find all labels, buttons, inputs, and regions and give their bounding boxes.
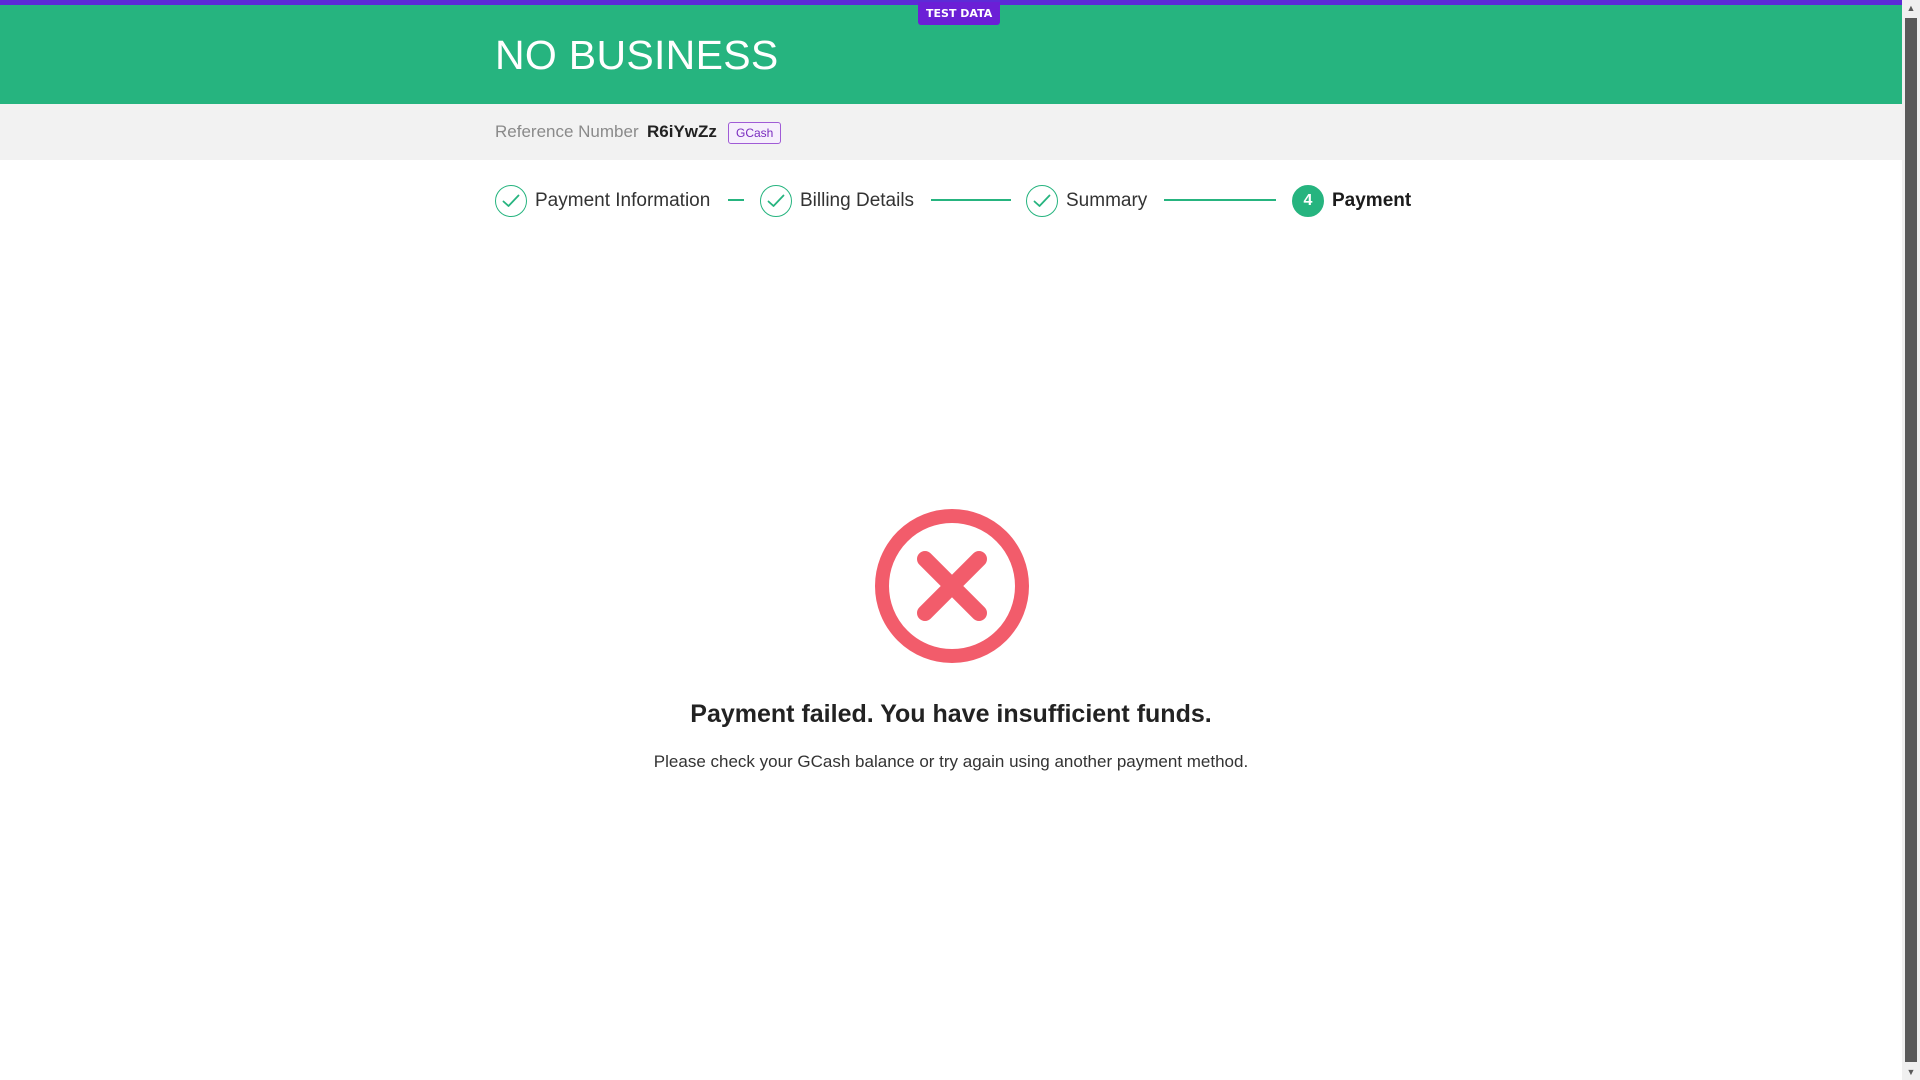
reference-label: Reference Number: [495, 122, 639, 141]
step-label: Payment: [1332, 190, 1412, 211]
vertical-scrollbar[interactable]: ▲ ▼: [1902, 0, 1920, 1080]
step-billing-details: Billing Details: [760, 184, 914, 218]
scroll-thumb[interactable]: [1905, 18, 1917, 1062]
check-icon: [1026, 185, 1058, 217]
step-label: Summary: [1066, 190, 1148, 211]
step-label: Billing Details: [800, 190, 915, 211]
payment-method-chip: GCash: [728, 122, 782, 144]
step-connector: [728, 199, 744, 201]
step-connector: [1164, 199, 1276, 201]
step-number-badge: 4: [1292, 185, 1324, 217]
scroll-up-icon[interactable]: ▲: [1906, 3, 1916, 13]
reference-bar: Reference Number R6iYwZz GCash: [0, 104, 1902, 160]
merchant-name: NO BUSINESS: [495, 32, 779, 78]
scroll-down-icon[interactable]: ▼: [1906, 1067, 1916, 1077]
error-x-icon: [872, 506, 1032, 666]
error-title: Payment failed. You have insufficient fu…: [690, 700, 1212, 728]
test-data-badge: TEST DATA: [918, 2, 1001, 25]
reference-value: R6iYwZz: [647, 122, 717, 141]
step-connector: [931, 199, 1011, 201]
page: NO BUSINESS TEST DATA Reference Number R…: [0, 0, 1920, 1080]
check-icon: [495, 185, 527, 217]
step-payment: 4 Payment: [1292, 184, 1411, 218]
step-summary: Summary: [1026, 184, 1147, 218]
error-description: Please check your GCash balance or try a…: [653, 752, 1249, 771]
step-payment-information: Payment Information: [495, 184, 710, 218]
viewport: NO BUSINESS TEST DATA Reference Number R…: [0, 0, 1902, 1080]
step-label: Payment Information: [535, 190, 711, 211]
check-icon: [760, 185, 792, 217]
